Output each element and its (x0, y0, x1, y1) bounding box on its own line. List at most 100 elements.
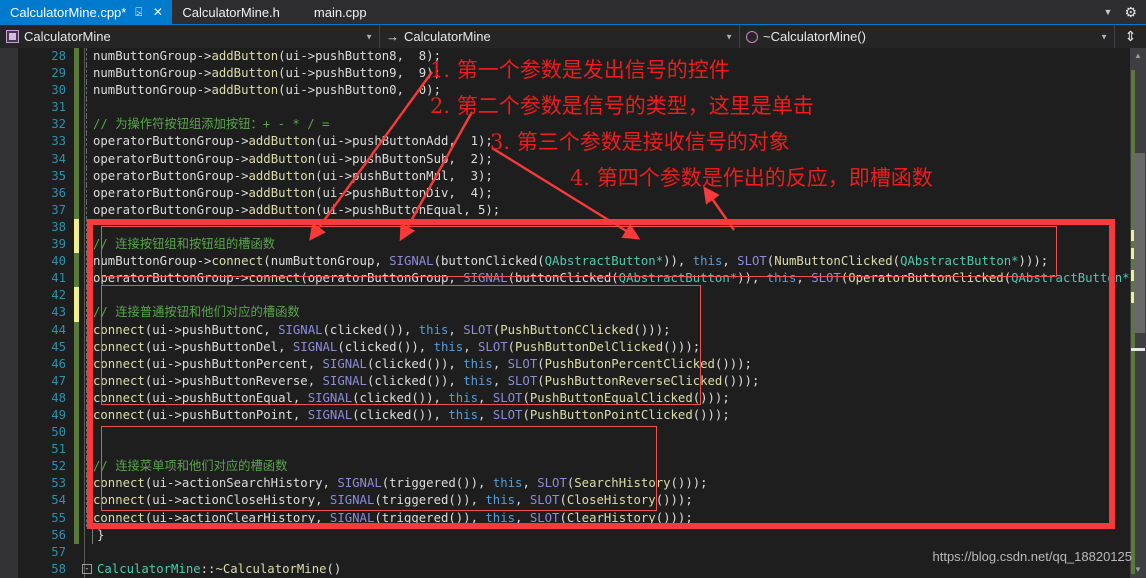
code-line[interactable]: 54 connect(ui->actionCloseHistory, SIGNAL… (0, 492, 1130, 510)
gear-icon[interactable]: ⚙ (1124, 5, 1137, 19)
split-view-button[interactable]: ⇕ (1115, 25, 1146, 48)
code-line[interactable]: 36 operatorButtonGroup->addButton(ui->pus… (0, 184, 1130, 202)
indent-guide (86, 338, 87, 356)
scroll-up-icon[interactable]: ▲ (1130, 48, 1146, 64)
change-marker (74, 372, 79, 390)
line-number: 53 (51, 476, 66, 491)
close-icon[interactable]: ✕ (151, 6, 164, 18)
tab-main-cpp[interactable]: main.cpp (288, 0, 375, 24)
code-line[interactable]: 51 (0, 441, 1130, 459)
code-text: numButtonGroup->addButton(ui->pushButton… (93, 83, 441, 98)
code-line[interactable]: 48 connect(ui->pushButtonEqual, SIGNAL(cl… (0, 389, 1130, 407)
line-number: 57 (51, 544, 66, 559)
chevron-down-icon[interactable]: ▼ (1100, 32, 1108, 41)
navbar-method-label: ~CalculatorMine() (763, 29, 866, 44)
code-line[interactable]: 41 operatorButtonGroup->connect(operatorB… (0, 270, 1146, 288)
code-text: operatorButtonGroup->addButton(ui->pushB… (93, 151, 493, 166)
code-line[interactable]: 55 connect(ui->actionClearHistory, SIGNAL… (0, 509, 1130, 527)
indent-guide (86, 475, 87, 493)
code-editor[interactable]: 28 numButtonGroup->addButton(ui->pushButt… (0, 48, 1146, 578)
indent-guide (86, 372, 87, 390)
code-text: operatorButtonGroup->addButton(ui->pushB… (93, 202, 501, 217)
code-line[interactable]: 38 (0, 218, 1130, 237)
navbar-class-dropdown[interactable]: CalculatorMine ▼ (0, 25, 380, 48)
line-number: 42 (51, 288, 66, 303)
change-marker (74, 133, 79, 151)
change-marker (74, 287, 79, 305)
change-marker (74, 82, 79, 100)
indent-guide (86, 509, 87, 527)
code-line[interactable]: 39 // 连接按钮组和按钮组的槽函数 (0, 236, 1130, 254)
chevron-down-icon[interactable]: ▼ (1104, 7, 1113, 17)
code-line[interactable]: 45 connect(ui->pushButtonDel, SIGNAL(clic… (0, 338, 1130, 356)
line-number: 52 (51, 459, 66, 474)
indent-guide (86, 441, 87, 459)
code-line[interactable]: 50 (0, 424, 1130, 442)
code-lines-container[interactable]: 28 numButtonGroup->addButton(ui->pushButt… (0, 48, 1146, 578)
change-marker (74, 389, 79, 407)
code-line[interactable]: 42 (0, 287, 1130, 305)
line-number: 34 (51, 151, 66, 166)
code-text: connect(ui->pushButtonPercent, SIGNAL(cl… (93, 356, 752, 371)
chevron-down-icon[interactable]: ▼ (725, 32, 733, 41)
line-number: 44 (51, 322, 66, 337)
line-number: 51 (51, 442, 66, 457)
tab-label: CalculatorMine.h (182, 4, 280, 20)
change-marker (74, 321, 79, 339)
pin-icon[interactable]: ⍄ (132, 6, 145, 18)
collapse-toggle[interactable]: - (82, 564, 92, 575)
vertical-scrollbar[interactable]: ▲ ▼ (1130, 48, 1146, 578)
scroll-down-icon[interactable]: ▼ (1130, 562, 1146, 578)
indent-guide (86, 355, 87, 373)
code-line[interactable]: 40 numButtonGroup->connect(numButtonGroup… (0, 253, 1130, 271)
line-number: 35 (51, 168, 66, 183)
code-line[interactable]: 43 // 连接普通按钮和他们对应的槽函数 (0, 304, 1130, 322)
indent-guide (86, 48, 87, 66)
navbar-member-dropdown[interactable]: → CalculatorMine ▼ (380, 25, 740, 48)
tab-calculatormine-h[interactable]: CalculatorMine.h (172, 0, 288, 24)
tab-calculatormine-cpp[interactable]: CalculatorMine.cpp* ⍄ ✕ (0, 0, 173, 24)
code-text: // 连接菜单项和他们对应的槽函数 (93, 459, 288, 474)
change-marker (74, 304, 79, 322)
line-number: 30 (51, 83, 66, 98)
code-line[interactable]: 37 operatorButtonGroup->addButton(ui->pus… (0, 201, 1130, 219)
code-line[interactable]: 44 connect(ui->pushButtonC, SIGNAL(clicke… (0, 321, 1130, 339)
indent-guide (86, 150, 87, 168)
indent-guide (86, 270, 87, 288)
scrollbar-thumb[interactable] (1134, 153, 1145, 333)
line-number: 28 (51, 49, 66, 63)
code-line[interactable]: 52 // 连接菜单项和他们对应的槽函数 (0, 458, 1130, 476)
indent-guide (86, 116, 87, 134)
code-line[interactable]: 46 connect(ui->pushButtonPercent, SIGNAL(… (0, 355, 1130, 373)
split-view-icon: ⇕ (1124, 28, 1137, 44)
code-text: // 连接按钮组和按钮组的槽函数 (93, 237, 276, 252)
code-text: connect(ui->pushButtonEqual, SIGNAL(clic… (93, 390, 730, 405)
code-line[interactable]: 47 connect(ui->pushButtonReverse, SIGNAL(… (0, 372, 1130, 390)
line-number: 47 (51, 373, 66, 388)
change-marker (74, 65, 79, 83)
change-marker (74, 526, 79, 544)
code-line[interactable]: 56} (0, 526, 1130, 544)
code-line[interactable]: 35 operatorButtonGroup->addButton(ui->pus… (0, 167, 1130, 185)
code-line[interactable]: 49 connect(ui->pushButtonPoint, SIGNAL(cl… (0, 406, 1130, 425)
chevron-down-icon[interactable]: ▼ (365, 32, 373, 41)
line-number: 41 (51, 271, 66, 286)
code-text: // 为操作符按钮组添加按钮：+ - * / = (93, 117, 330, 132)
indent-guide (86, 218, 87, 237)
line-number: 38 (51, 219, 66, 234)
line-number: 43 (51, 305, 66, 320)
code-text: connect(ui->actionCloseHistory, SIGNAL(t… (93, 493, 693, 508)
change-marker (74, 424, 79, 442)
code-text: operatorButtonGroup->addButton(ui->pushB… (93, 185, 493, 200)
navbar-method-dropdown[interactable]: ~CalculatorMine() ▼ (740, 25, 1115, 48)
brace-guide (92, 526, 93, 544)
line-number: 33 (51, 134, 66, 149)
change-marker (74, 509, 79, 527)
indent-guide (86, 424, 87, 442)
code-text: operatorButtonGroup->connect(operatorBut… (93, 271, 1146, 286)
code-line[interactable]: 53 connect(ui->actionSearchHistory, SIGNA… (0, 475, 1130, 493)
change-marker (74, 218, 79, 237)
change-marker (74, 150, 79, 168)
indent-guide (86, 492, 87, 510)
change-marker (74, 253, 79, 271)
